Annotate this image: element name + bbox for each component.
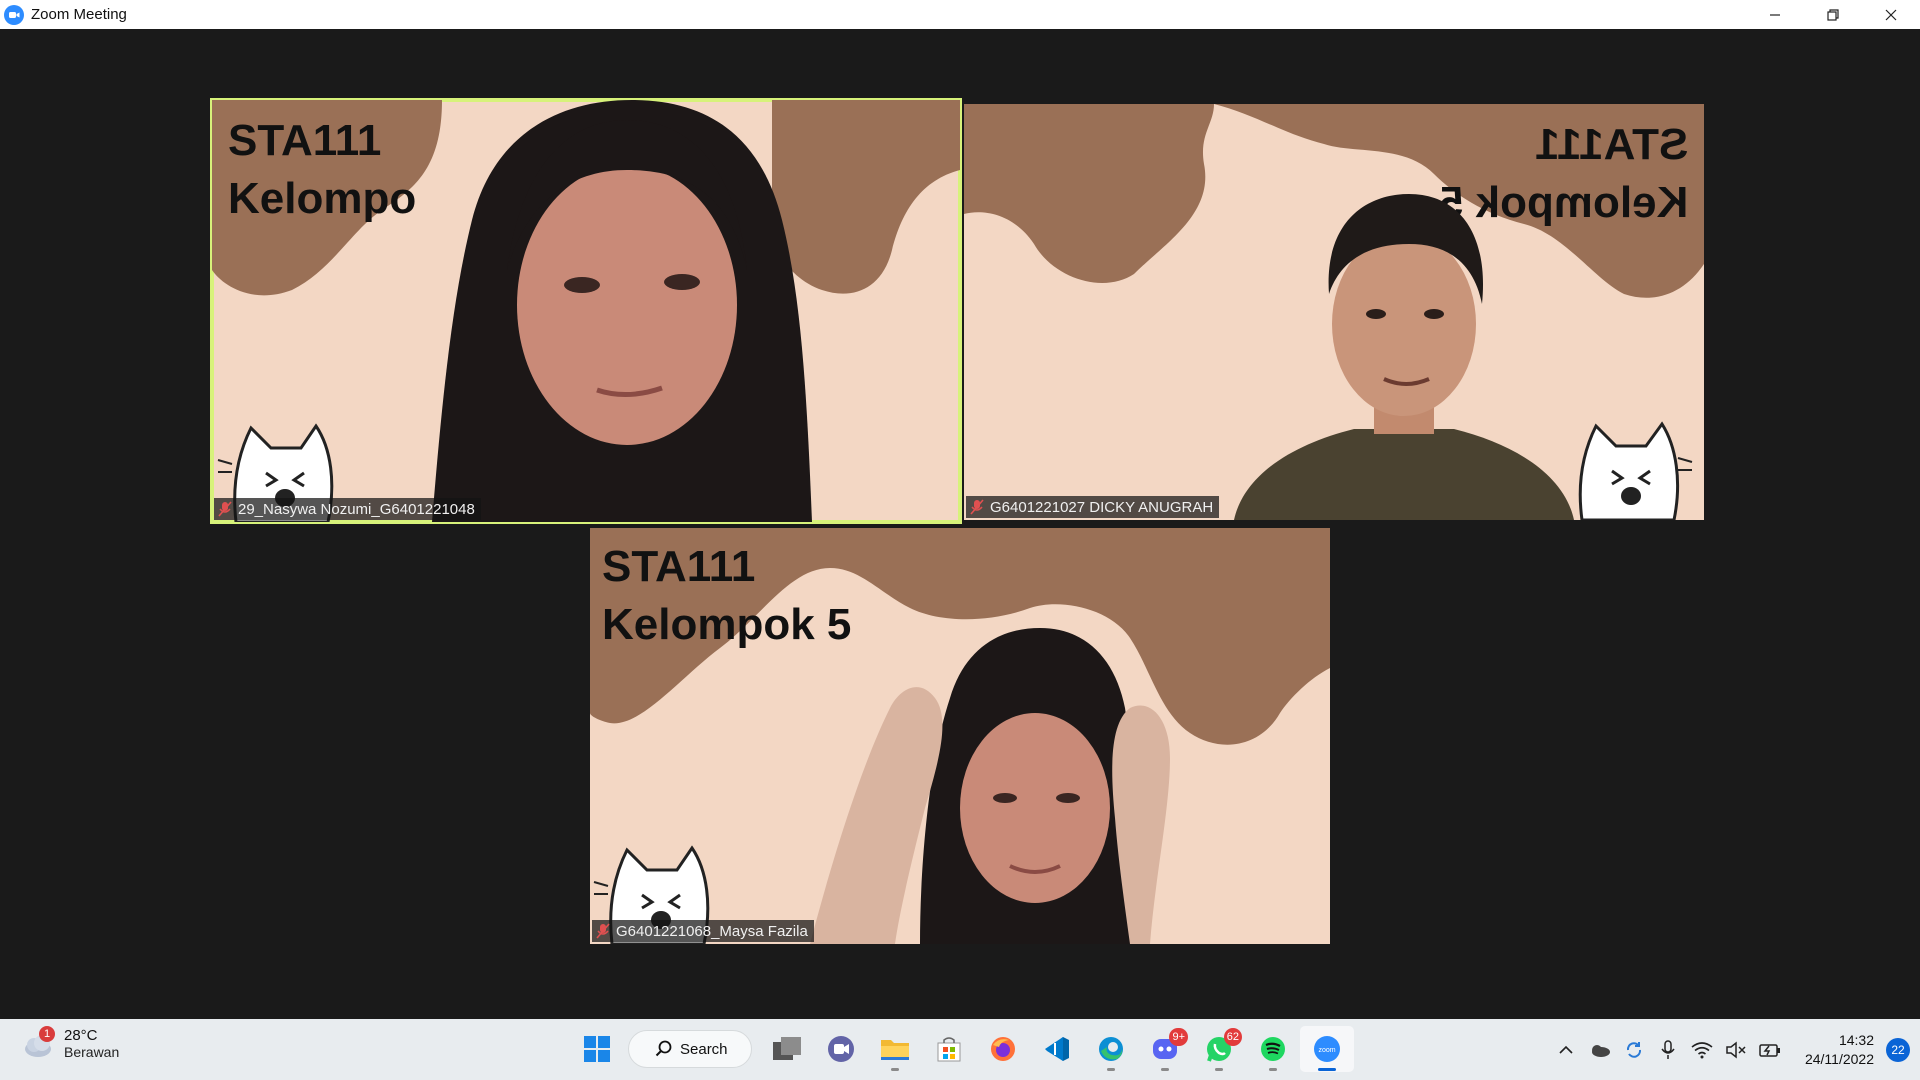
taskbar-apps: Search 9+ 62 zoom [570, 1026, 1354, 1072]
taskbar-search[interactable]: Search [628, 1030, 752, 1068]
edge-icon [1099, 1037, 1123, 1061]
mic-muted-icon [218, 501, 232, 517]
participant-name: G6401221068_Maysa Fazila [616, 922, 808, 940]
mic-muted-icon [970, 499, 984, 515]
teams-chat-button[interactable] [814, 1026, 868, 1072]
participant-name-tag: 29_Nasywa Nozumi_G6401221048 [214, 498, 481, 520]
weather-temperature: 28°C [64, 1027, 98, 1044]
edge-button[interactable] [1084, 1026, 1138, 1072]
chevron-up-icon [1559, 1045, 1573, 1054]
minimize-icon [1770, 13, 1780, 16]
system-clock[interactable]: 14:32 24/11/2022 [1805, 1031, 1874, 1069]
show-hidden-icons-button[interactable] [1551, 1035, 1581, 1065]
clock-time: 14:32 [1838, 1031, 1874, 1048]
zoom-button[interactable]: zoom [1300, 1026, 1354, 1072]
restore-icon [1827, 8, 1839, 21]
start-button[interactable] [570, 1026, 624, 1072]
meeting-gallery: STA111 Kelompo 29_Nasywa Nozumi_G6401221… [0, 29, 1920, 1019]
system-tray: 14:32 24/11/2022 22 [1549, 1019, 1920, 1080]
task-view-button[interactable] [760, 1026, 814, 1072]
participant-tile[interactable]: STA111 Kelompo 29_Nasywa Nozumi_G6401221… [210, 98, 962, 524]
participant-video [432, 100, 812, 522]
file-explorer-icon [881, 1040, 909, 1060]
participant-name-tag: G6401221027 DICKY ANUGRAH [966, 496, 1220, 518]
search-icon [655, 1040, 672, 1057]
whatsapp-button[interactable]: 62 [1192, 1026, 1246, 1072]
volume-button[interactable] [1721, 1035, 1751, 1065]
weather-widget[interactable]: 1 28°C Berawan [22, 1026, 120, 1061]
battery-button[interactable] [1755, 1035, 1785, 1065]
participant-name: G6401221027 DICKY ANUGRAH [990, 498, 1214, 516]
bg-title-line1: STA111 [602, 542, 756, 591]
participant-tile[interactable]: STA111 Kelompok 5 G6401221068_Maysa Fazi… [590, 528, 1330, 944]
microphone-button[interactable] [1653, 1035, 1683, 1065]
clock-date: 24/11/2022 [1804, 1050, 1874, 1067]
microsoft-store-button[interactable] [922, 1026, 976, 1072]
participant-video [1234, 194, 1574, 520]
teams-chat-icon [828, 1036, 854, 1062]
battery-charging-icon [1759, 1043, 1780, 1057]
bg-title-line1: STA111 [228, 116, 382, 165]
svg-text:zoom: zoom [1318, 1047, 1335, 1054]
participant-video [810, 628, 1170, 944]
microphone-icon [1661, 1039, 1675, 1059]
discord-badge: 9+ [1169, 1028, 1188, 1046]
restore-button[interactable] [1804, 0, 1862, 29]
spotify-button[interactable] [1246, 1026, 1300, 1072]
cat-sticker [1578, 421, 1693, 520]
close-icon [1885, 9, 1897, 20]
wifi-button[interactable] [1687, 1035, 1717, 1065]
bg-title-line2: Kelompo [228, 174, 417, 223]
notification-center-badge[interactable]: 22 [1886, 1037, 1910, 1062]
start-icon [584, 1036, 610, 1062]
background-title: STA111 Kelompo [228, 112, 416, 228]
minimize-button[interactable] [1746, 0, 1804, 29]
cloud-icon: 1 [22, 1026, 56, 1061]
zoom-icon: zoom [1314, 1036, 1340, 1062]
windows-taskbar: 1 28°C Berawan Search 9+ 62 zoom 14:32 2… [0, 1019, 1920, 1080]
file-explorer-button[interactable] [868, 1026, 922, 1072]
participant-name: 29_Nasywa Nozumi_G6401221048 [238, 500, 475, 518]
firefox-button[interactable] [976, 1026, 1030, 1072]
microsoft-store-icon [937, 1037, 961, 1062]
wifi-icon [1691, 1041, 1713, 1058]
whatsapp-badge: 62 [1223, 1028, 1242, 1046]
spotify-icon [1261, 1037, 1285, 1061]
onedrive-button[interactable] [1585, 1035, 1615, 1065]
discord-button[interactable]: 9+ [1138, 1026, 1192, 1072]
window-titlebar: Zoom Meeting [0, 0, 1920, 29]
bg-title-line1: STA111 [1534, 120, 1688, 169]
firefox-icon [991, 1037, 1015, 1061]
weather-alert-badge: 1 [39, 1026, 55, 1042]
weather-description: Berawan [64, 1044, 120, 1060]
vs-code-button[interactable] [1030, 1026, 1084, 1072]
zoom-app-icon [4, 4, 24, 25]
close-button[interactable] [1862, 0, 1920, 29]
participant-tile[interactable]: STA111 Kelompok 5 G6401221027 DICKY ANUG… [964, 104, 1704, 520]
search-label: Search [680, 1040, 728, 1058]
onedrive-icon [1591, 1044, 1610, 1057]
sync-icon [1626, 1041, 1641, 1058]
mic-muted-icon [596, 923, 610, 939]
task-view-icon [773, 1037, 801, 1060]
participant-name-tag: G6401221068_Maysa Fazila [592, 920, 814, 942]
sync-button[interactable] [1619, 1035, 1649, 1065]
volume-muted-icon [1726, 1040, 1746, 1059]
vs-code-icon [1045, 1037, 1069, 1061]
window-title: Zoom Meeting [31, 6, 127, 23]
